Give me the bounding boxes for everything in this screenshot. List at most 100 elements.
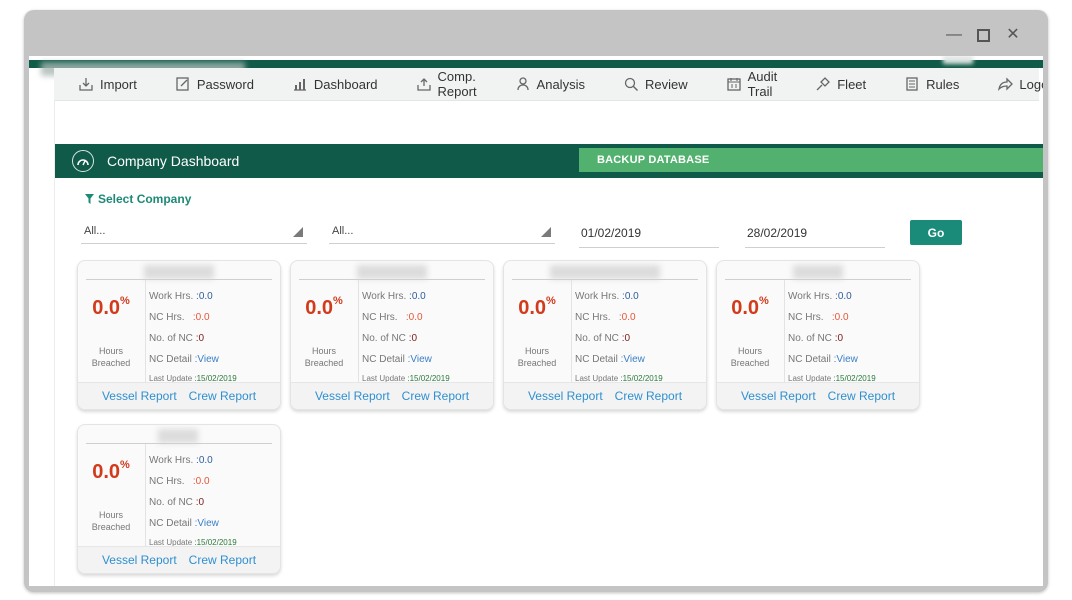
vessel-report-link[interactable]: Vessel Report: [102, 389, 177, 403]
hours-breached-label: Hours Breached: [717, 345, 783, 369]
go-button[interactable]: Go: [910, 220, 962, 245]
work-hrs-value: :0.0: [622, 291, 639, 302]
menu-item-rules[interactable]: Rules: [880, 68, 973, 100]
calendar-icon: [726, 76, 742, 92]
breached-label: Breached: [730, 358, 770, 368]
no-of-nc-label: No. of NC: [788, 333, 832, 344]
no-of-nc-label: No. of NC: [149, 497, 193, 508]
nc-detail-row: NC Detail :View: [149, 518, 219, 529]
company-dropdown-1[interactable]: All...: [81, 218, 307, 244]
percent-sign: %: [120, 459, 130, 471]
nc-hrs-value: :0.0: [831, 312, 849, 323]
backup-database-button[interactable]: BACKUP DATABASE: [579, 148, 1043, 172]
no-of-nc-value: :0: [408, 333, 418, 344]
gauge-icon: [72, 150, 94, 172]
percent-sign: %: [546, 295, 556, 307]
work-hrs-value: :0.0: [409, 291, 426, 302]
menu-item-label: Comp. Report: [437, 69, 477, 99]
vessel-report-link[interactable]: Vessel Report: [741, 389, 816, 403]
nc-detail-view-link[interactable]: :View: [195, 518, 219, 529]
nc-detail-row: NC Detail :View: [149, 354, 219, 365]
no-of-nc-value: :0: [195, 333, 205, 344]
vessel-report-link[interactable]: Vessel Report: [315, 389, 390, 403]
hours-breached-label: Hours Breached: [78, 509, 144, 533]
vessel-report-link[interactable]: Vessel Report: [528, 389, 603, 403]
hours-breached-label: Hours Breached: [504, 345, 570, 369]
nc-detail-view-link[interactable]: :View: [195, 354, 219, 365]
hours-label: Hours: [98, 346, 123, 356]
percent-sign: %: [120, 295, 130, 307]
work-hrs-value: :0.0: [196, 455, 213, 466]
nc-hrs-value: :0.0: [618, 312, 636, 323]
nc-detail-label: NC Detail: [788, 354, 831, 365]
minimize-icon[interactable]: —: [945, 26, 963, 44]
menu-item-logout[interactable]: Logout: [973, 68, 1043, 100]
card-footer: Vessel Report Crew Report: [78, 382, 280, 409]
percent-value: 0.0: [305, 297, 334, 319]
breached-label: Breached: [304, 358, 344, 368]
date-from-input[interactable]: 01/02/2019: [579, 220, 719, 248]
percent-value: 0.0: [92, 461, 121, 483]
vessel-card: 0.0% Hours Breached Work Hrs. :0.0 NC Hr…: [77, 424, 281, 574]
card-divider: [725, 279, 911, 280]
no-of-nc-value: :0: [834, 333, 844, 344]
menu-item-label: Audit Trail: [747, 69, 778, 99]
crew-report-link[interactable]: Crew Report: [828, 389, 895, 403]
no-of-nc-row: No. of NC :0: [362, 333, 417, 344]
menu-item-comp-report[interactable]: Comp. Report: [392, 68, 491, 100]
dropdown-arrow-icon: [541, 227, 551, 237]
no-of-nc-value: :0: [621, 333, 631, 344]
window-controls: — ✕: [945, 26, 1022, 44]
analysis-icon: [515, 76, 531, 92]
vessel-name-blurred: [550, 265, 660, 279]
nc-detail-view-link[interactable]: :View: [621, 354, 645, 365]
menu-item-import[interactable]: Import: [54, 68, 151, 100]
nc-hrs-row: NC Hrs. :0.0: [149, 476, 210, 487]
nc-detail-label: NC Detail: [149, 518, 192, 529]
crew-report-link[interactable]: Crew Report: [189, 553, 256, 567]
menu-item-label: Import: [100, 76, 137, 92]
filter-icon: [85, 194, 94, 204]
menu-item-password[interactable]: Password: [151, 68, 268, 100]
maximize-icon[interactable]: [977, 28, 990, 42]
crew-report-link[interactable]: Crew Report: [615, 389, 682, 403]
work-hrs-label: Work Hrs.: [788, 291, 833, 302]
select-company-toggle[interactable]: Select Company: [85, 192, 191, 206]
close-icon[interactable]: ✕: [1004, 26, 1022, 44]
vessel-name-blurred: [357, 265, 427, 279]
menu-item-fleet[interactable]: Fleet: [791, 68, 880, 100]
work-hrs-label: Work Hrs.: [575, 291, 620, 302]
menu-item-audit-trail[interactable]: Audit Trail: [702, 68, 792, 100]
vessel-card: 0.0% Hours Breached Work Hrs. :0.0 NC Hr…: [77, 260, 281, 410]
breach-percent: 0.0%: [717, 295, 783, 320]
app-window: — ✕ Import Password Dashboard Comp. Repo…: [24, 10, 1048, 592]
hours-label: Hours: [98, 510, 123, 520]
nc-detail-view-link[interactable]: :View: [408, 354, 432, 365]
blurred-user: [943, 56, 973, 64]
crew-report-link[interactable]: Crew Report: [402, 389, 469, 403]
breach-percent: 0.0%: [78, 459, 144, 484]
nc-hrs-row: NC Hrs. :0.0: [362, 312, 423, 323]
nc-hrs-row: NC Hrs. :0.0: [788, 312, 849, 323]
card-footer: Vessel Report Crew Report: [78, 546, 280, 573]
crew-report-link[interactable]: Crew Report: [189, 389, 256, 403]
work-hrs-row: Work Hrs. :0.0: [362, 291, 426, 302]
dashboard-icon: [292, 76, 308, 92]
vessel-card: 0.0% Hours Breached Work Hrs. :0.0 NC Hr…: [716, 260, 920, 410]
menu-item-review[interactable]: Review: [599, 68, 702, 100]
vessel-report-link[interactable]: Vessel Report: [102, 553, 177, 567]
no-of-nc-value: :0: [195, 497, 205, 508]
breached-label: Breached: [517, 358, 557, 368]
vessel-card: 0.0% Hours Breached Work Hrs. :0.0 NC Hr…: [503, 260, 707, 410]
date-to-input[interactable]: 28/02/2019: [745, 220, 885, 248]
nc-detail-view-link[interactable]: :View: [834, 354, 858, 365]
hours-label: Hours: [311, 346, 336, 356]
no-of-nc-label: No. of NC: [149, 333, 193, 344]
no-of-nc-row: No. of NC :0: [149, 497, 204, 508]
card-footer: Vessel Report Crew Report: [291, 382, 493, 409]
company-dropdown-2[interactable]: All...: [329, 218, 555, 244]
vessel-card: 0.0% Hours Breached Work Hrs. :0.0 NC Hr…: [290, 260, 494, 410]
menu-item-analysis[interactable]: Analysis: [491, 68, 599, 100]
password-icon: [175, 76, 191, 92]
menu-item-dashboard[interactable]: Dashboard: [268, 68, 392, 100]
